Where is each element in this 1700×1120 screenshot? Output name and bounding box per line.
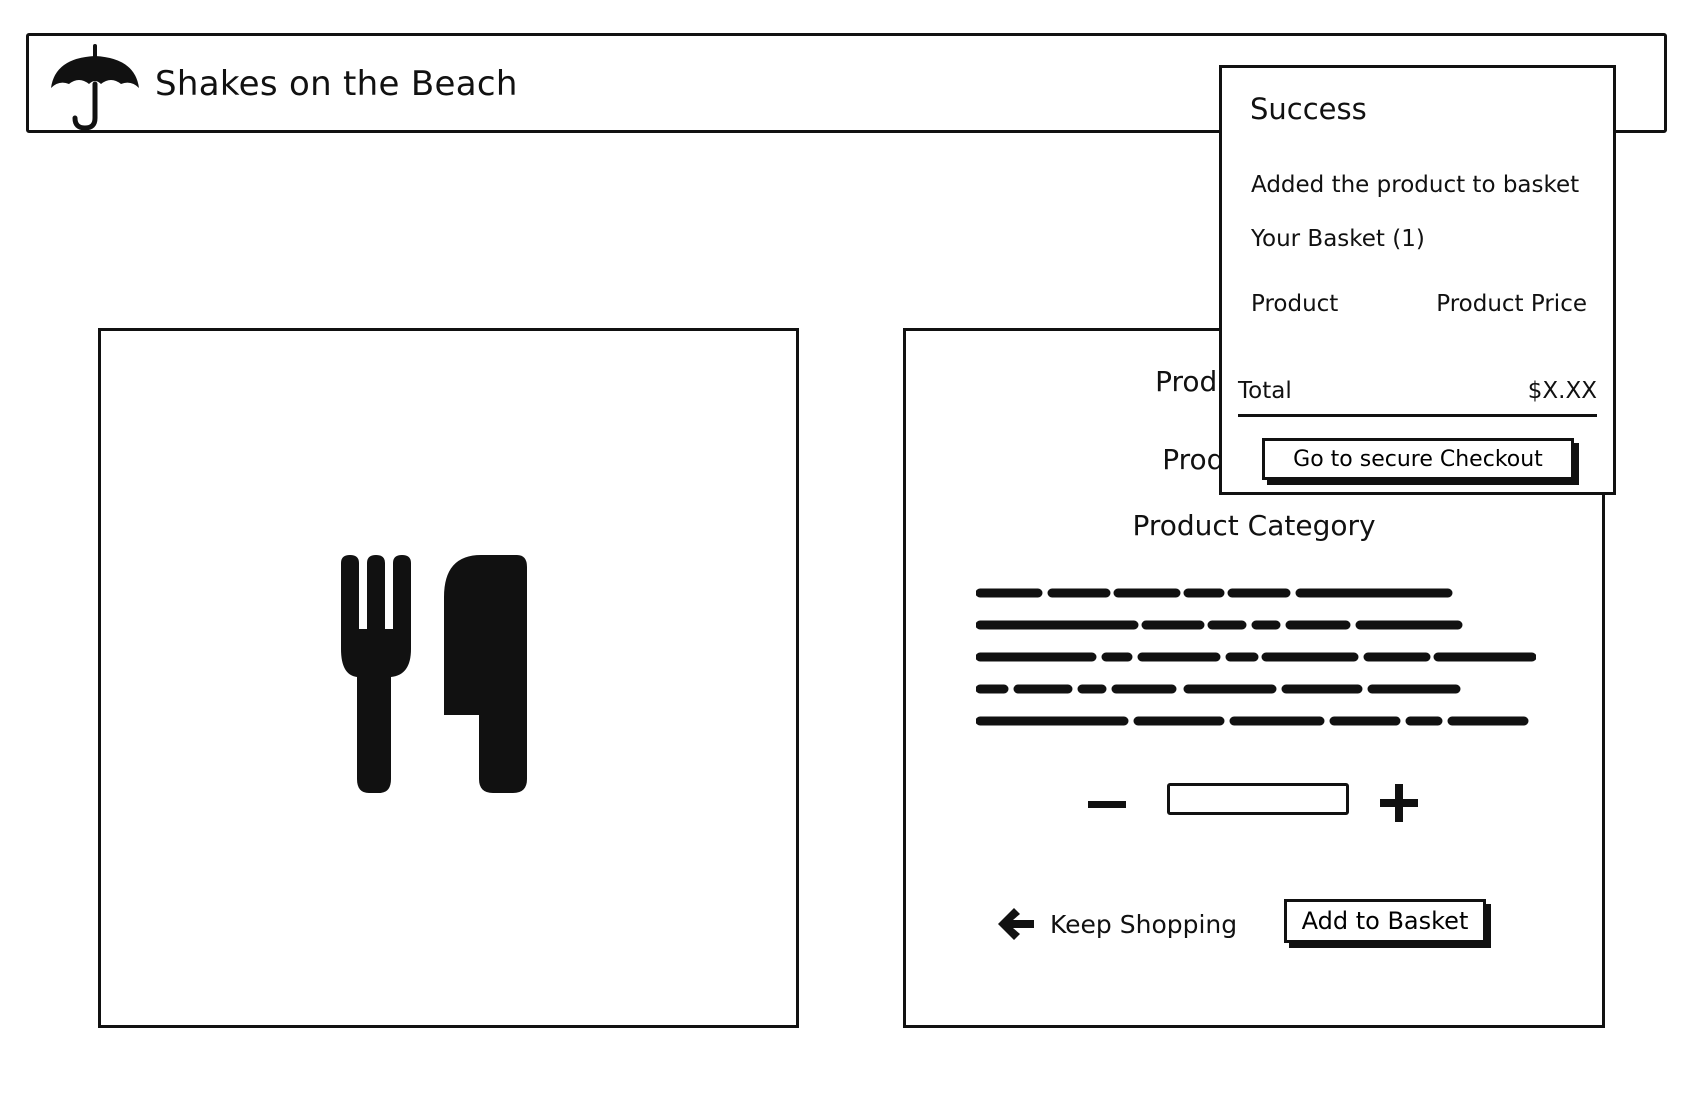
- product-description-scribble: [976, 588, 1536, 726]
- basket-title: Your Basket (1): [1251, 226, 1425, 252]
- product-image-panel: [98, 328, 799, 1028]
- total-label: Total: [1238, 378, 1292, 404]
- product-category: Product Category: [1132, 509, 1376, 542]
- quantity-input[interactable]: [1167, 783, 1349, 815]
- decrease-quantity-button[interactable]: [1086, 793, 1128, 835]
- product-page: Shakes on the Beach Product Name Product…: [0, 0, 1700, 1120]
- checkout-button[interactable]: Go to secure Checkout: [1262, 438, 1574, 480]
- success-popup: Success Added the product to basket Your…: [1219, 65, 1616, 495]
- basket-total-row: Total $X.XX: [1238, 378, 1597, 417]
- total-value: $X.XX: [1527, 378, 1597, 404]
- fork-knife-icon: [341, 553, 561, 819]
- increase-quantity-button[interactable]: [1378, 782, 1420, 824]
- popup-title: Success: [1250, 92, 1367, 126]
- keep-shopping-link[interactable]: Keep Shopping: [994, 901, 1237, 947]
- basket-column-price: Product Price: [1436, 291, 1587, 317]
- umbrella-icon[interactable]: [47, 44, 143, 132]
- add-to-basket-button[interactable]: Add to Basket: [1284, 899, 1486, 943]
- site-title[interactable]: Shakes on the Beach: [155, 64, 518, 104]
- basket-column-product: Product: [1251, 291, 1339, 317]
- popup-message: Added the product to basket: [1251, 172, 1580, 198]
- keep-shopping-label: Keep Shopping: [1050, 909, 1238, 939]
- arrow-left-icon: [998, 908, 1034, 940]
